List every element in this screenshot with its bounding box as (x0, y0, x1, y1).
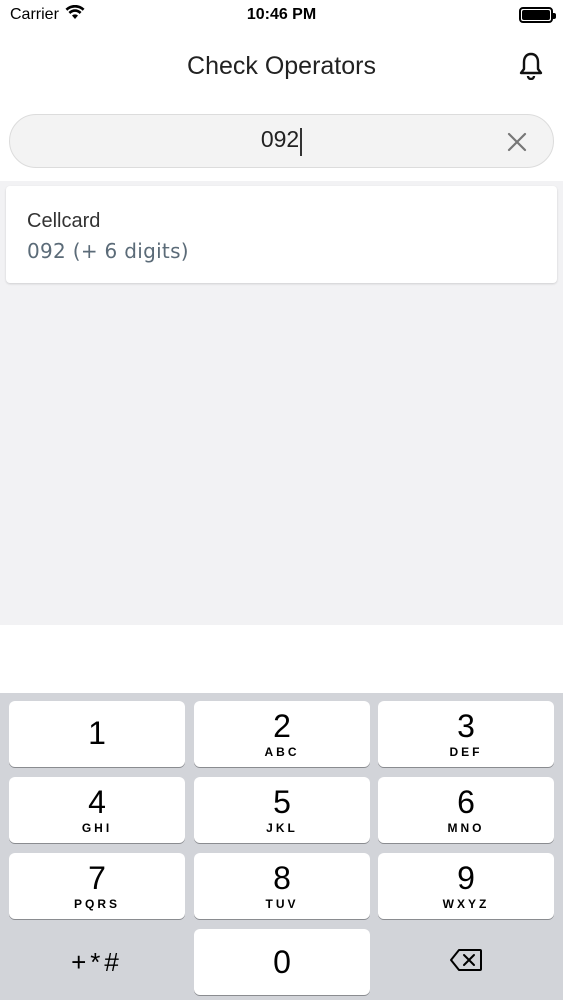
key-number: 4 (88, 784, 106, 820)
results-area: Cellcard 092 (+ 6 digits) (0, 181, 563, 625)
backspace-key[interactable] (378, 929, 554, 995)
key-letters: PQRS (73, 897, 120, 911)
key-number: 8 (273, 860, 291, 896)
key-letters: GHI (81, 821, 113, 835)
symbols-label: +*# (71, 946, 123, 977)
key-4[interactable]: 4 GHI (9, 777, 185, 843)
key-number: 3 (457, 708, 475, 744)
status-bar: Carrier 10:46 PM (0, 0, 563, 30)
key-3[interactable]: 3 DEF (378, 701, 554, 767)
close-icon[interactable] (503, 128, 531, 156)
key-5[interactable]: 5 JKL (194, 777, 370, 843)
key-symbols[interactable]: +*# (9, 929, 185, 995)
key-6[interactable]: 6 MNO (378, 777, 554, 843)
key-letters: ABC (264, 745, 300, 759)
key-letters: DEF (449, 745, 483, 759)
key-2[interactable]: 2 ABC (194, 701, 370, 767)
wifi-icon (65, 4, 85, 25)
key-number: 7 (88, 860, 106, 896)
operator-prefix-detail: 092 (+ 6 digits) (27, 239, 189, 263)
key-number: 0 (273, 944, 291, 980)
page-title: Check Operators (187, 51, 376, 80)
key-letters: MNO (447, 821, 485, 835)
nav-header: Check Operators (0, 30, 563, 102)
search-value: 092 (260, 125, 300, 152)
bell-icon[interactable] (517, 50, 545, 82)
backspace-icon (449, 948, 483, 977)
key-number: 2 (273, 708, 291, 744)
numeric-keyboard: 1 2 ABC 3 DEF 4 GHI 5 JKL 6 MNO 7 PQRS 8… (0, 693, 563, 1000)
search-input[interactable]: 092 (260, 125, 303, 157)
text-caret (300, 128, 303, 157)
key-letters: JKL (266, 821, 298, 835)
key-8[interactable]: 8 TUV (194, 853, 370, 919)
key-letters: TUV (265, 897, 299, 911)
key-letters: WXYZ (442, 897, 490, 911)
key-number: 1 (88, 715, 106, 751)
battery-icon (519, 7, 556, 23)
operator-name: Cellcard (27, 210, 101, 232)
key-number: 6 (457, 784, 475, 820)
blank-area (0, 625, 563, 693)
key-9[interactable]: 9 WXYZ (378, 853, 554, 919)
result-card-cellcard[interactable]: Cellcard 092 (+ 6 digits) (6, 186, 557, 283)
key-1[interactable]: 1 (9, 701, 185, 767)
key-number: 9 (457, 860, 475, 896)
carrier-label: Carrier (10, 6, 59, 23)
key-0[interactable]: 0 (194, 929, 370, 995)
key-7[interactable]: 7 PQRS (9, 853, 185, 919)
status-left: Carrier (10, 4, 85, 25)
key-number: 5 (273, 784, 291, 820)
search-bar[interactable]: 092 (9, 114, 554, 168)
